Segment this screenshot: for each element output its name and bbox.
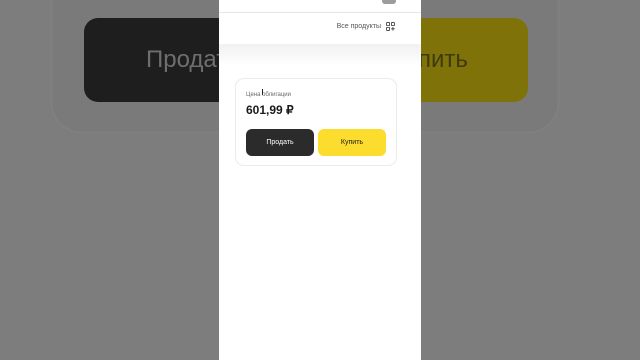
top-bar: Все продукты <box>219 0 421 45</box>
text-cursor <box>262 89 263 95</box>
header-shadow <box>219 44 421 66</box>
background-buy-button: пить <box>418 18 528 102</box>
bond-price-card: Цена облигации 601,99 ₽ Продать Купить <box>235 78 397 166</box>
buy-button[interactable]: Купить <box>318 129 386 156</box>
grid-plus-icon <box>386 22 395 31</box>
phone-screen: Все продукты Цена облигации 601,99 ₽ Про… <box>219 0 421 360</box>
price-value: 601,99 ₽ <box>246 103 294 117</box>
all-products-label: Все продукты <box>336 23 381 30</box>
sell-button[interactable]: Продать <box>246 129 314 156</box>
price-label: Цена облигации <box>246 92 291 98</box>
all-products-link[interactable]: Все продукты <box>337 22 395 31</box>
product-thumbnail <box>382 0 396 4</box>
